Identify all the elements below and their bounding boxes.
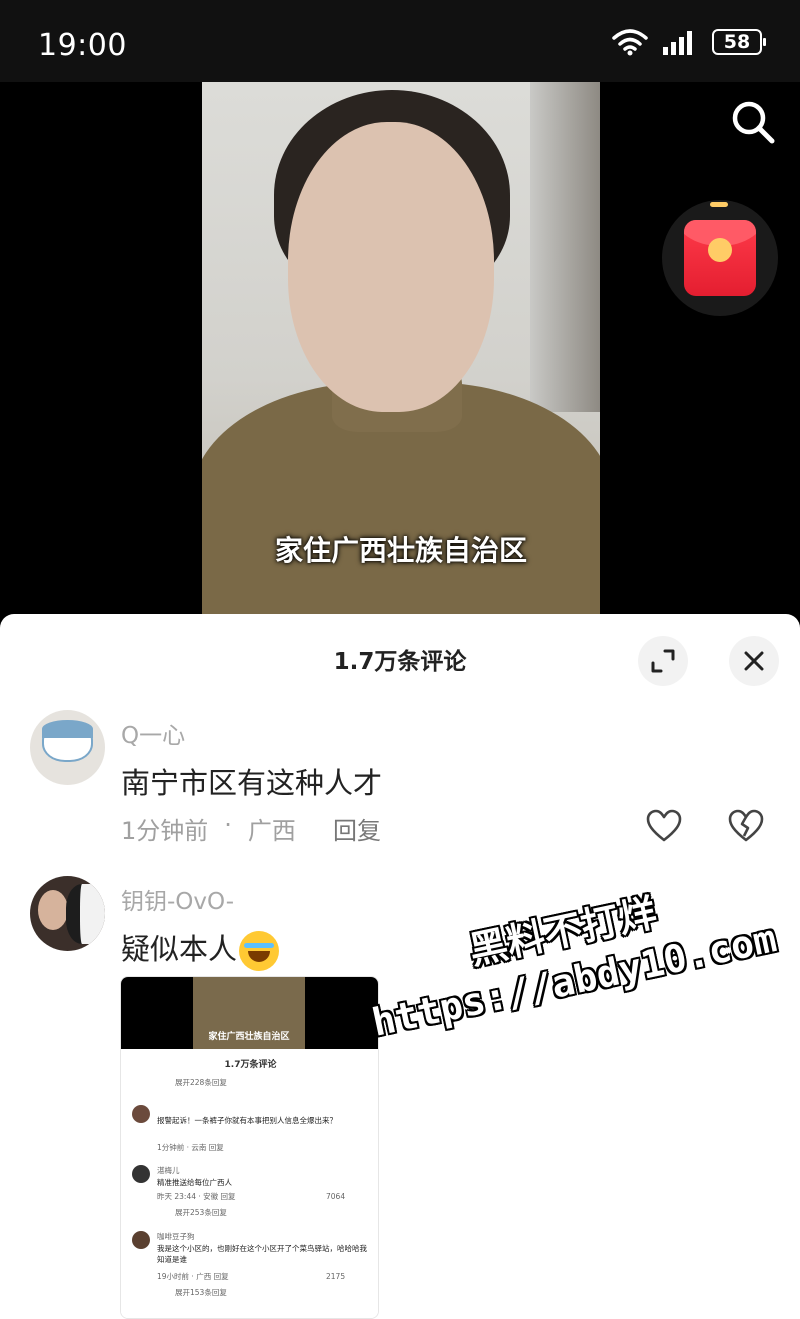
video-player[interactable]: 家住广西壮族自治区 (0, 82, 800, 622)
attachment-comment-panel: 1.7万条评论 展开228条回复 报警起诉！一条裤子你就有本事把别人信息全爆出来… (121, 1049, 378, 1318)
close-icon (744, 651, 764, 671)
attachment-comment-meta: 1分钟前 · 云南 回复 (157, 1143, 224, 1152)
attachment-video: 家住广西壮族自治区 (121, 977, 378, 1049)
attachment-expand-replies: 展开228条回复 (175, 1078, 227, 1087)
red-packet-progress (710, 202, 728, 207)
attachment-avatar (132, 1105, 150, 1123)
search-icon[interactable] (728, 97, 778, 147)
status-icons: 58 (612, 28, 766, 56)
attachment-subtitle: 家住广西壮族自治区 (208, 1032, 290, 1042)
comment-text: 疑似本人 (121, 926, 280, 971)
battery-icon: 58 (712, 29, 766, 55)
reply-button[interactable]: 回复 (333, 811, 381, 846)
background-window (530, 82, 600, 412)
attachment-comment-user: 咖啡豆子狗 (157, 1232, 195, 1241)
comment-panel: 1.7万条评论 Q一心 南宁市区有这种人才 1分钟前 · 广西 回复 钥钥-Ov… (0, 614, 800, 1319)
comment-text-content: 疑似本人 (121, 932, 238, 966)
attachment-like-count: 7064 (326, 1192, 346, 1201)
wifi-icon (612, 29, 648, 56)
avatar[interactable] (30, 876, 105, 951)
red-packet-icon (684, 220, 756, 296)
heart-icon[interactable] (645, 808, 683, 844)
attachment-comment-user: 湛梅儿 (157, 1166, 180, 1175)
attachment-comment-meta: 19小时前 · 广西 回复 (157, 1272, 229, 1281)
attachment-avatar (132, 1165, 150, 1183)
attachment-avatar (132, 1231, 150, 1249)
attachment-comment-text: 精准推送给每位广西人 (157, 1178, 232, 1187)
comment-meta: 1分钟前 · 广西 (121, 811, 296, 846)
attachment-like-count: 2175 (326, 1272, 346, 1281)
comment-username[interactable]: Q一心 (121, 716, 185, 750)
broken-heart-icon[interactable] (727, 808, 765, 844)
comment-time: 1分钟前 (121, 817, 209, 845)
attachment-comment-text: 我是这个小区的，也刚好在这个小区开了个菜鸟驿站，哈哈哈我知道是谁 (157, 1244, 367, 1264)
status-time: 19:00 (38, 28, 127, 63)
crying-laughing-emoji-icon (239, 931, 280, 971)
attachment-title: 1.7万条评论 (224, 1060, 277, 1070)
comment-username[interactable]: 钥钥-OvO- (121, 882, 234, 916)
signal-icon (663, 31, 692, 55)
attachment-expand-replies: 展开153条回复 (175, 1288, 227, 1297)
close-button[interactable] (729, 636, 779, 686)
status-bar: 19:00 58 (0, 0, 800, 82)
comment-image-attachment[interactable]: 家住广西壮族自治区 1.7万条评论 展开228条回复 报警起诉！一条裤子你就有本… (120, 976, 379, 1319)
comment-text: 南宁市区有这种人才 (121, 766, 383, 800)
meta-separator: · (224, 811, 232, 839)
red-packet-button[interactable] (662, 200, 778, 316)
avatar[interactable] (30, 710, 105, 785)
comment-location: 广西 (247, 817, 296, 845)
expand-button[interactable] (638, 636, 688, 686)
video-frame[interactable]: 家住广西壮族自治区 (202, 82, 600, 622)
attachment-comment-meta: 昨天 23:44 · 安徽 回复 (157, 1192, 236, 1201)
expand-icon (651, 649, 675, 673)
video-subtitle: 家住广西壮族自治区 (274, 534, 527, 567)
attachment-expand-replies: 展开253条回复 (175, 1208, 227, 1217)
attachment-comment-text: 报警起诉！一条裤子你就有本事把别人信息全爆出来？ (157, 1116, 337, 1125)
battery-level: 58 (723, 31, 751, 53)
person-face (288, 122, 494, 412)
